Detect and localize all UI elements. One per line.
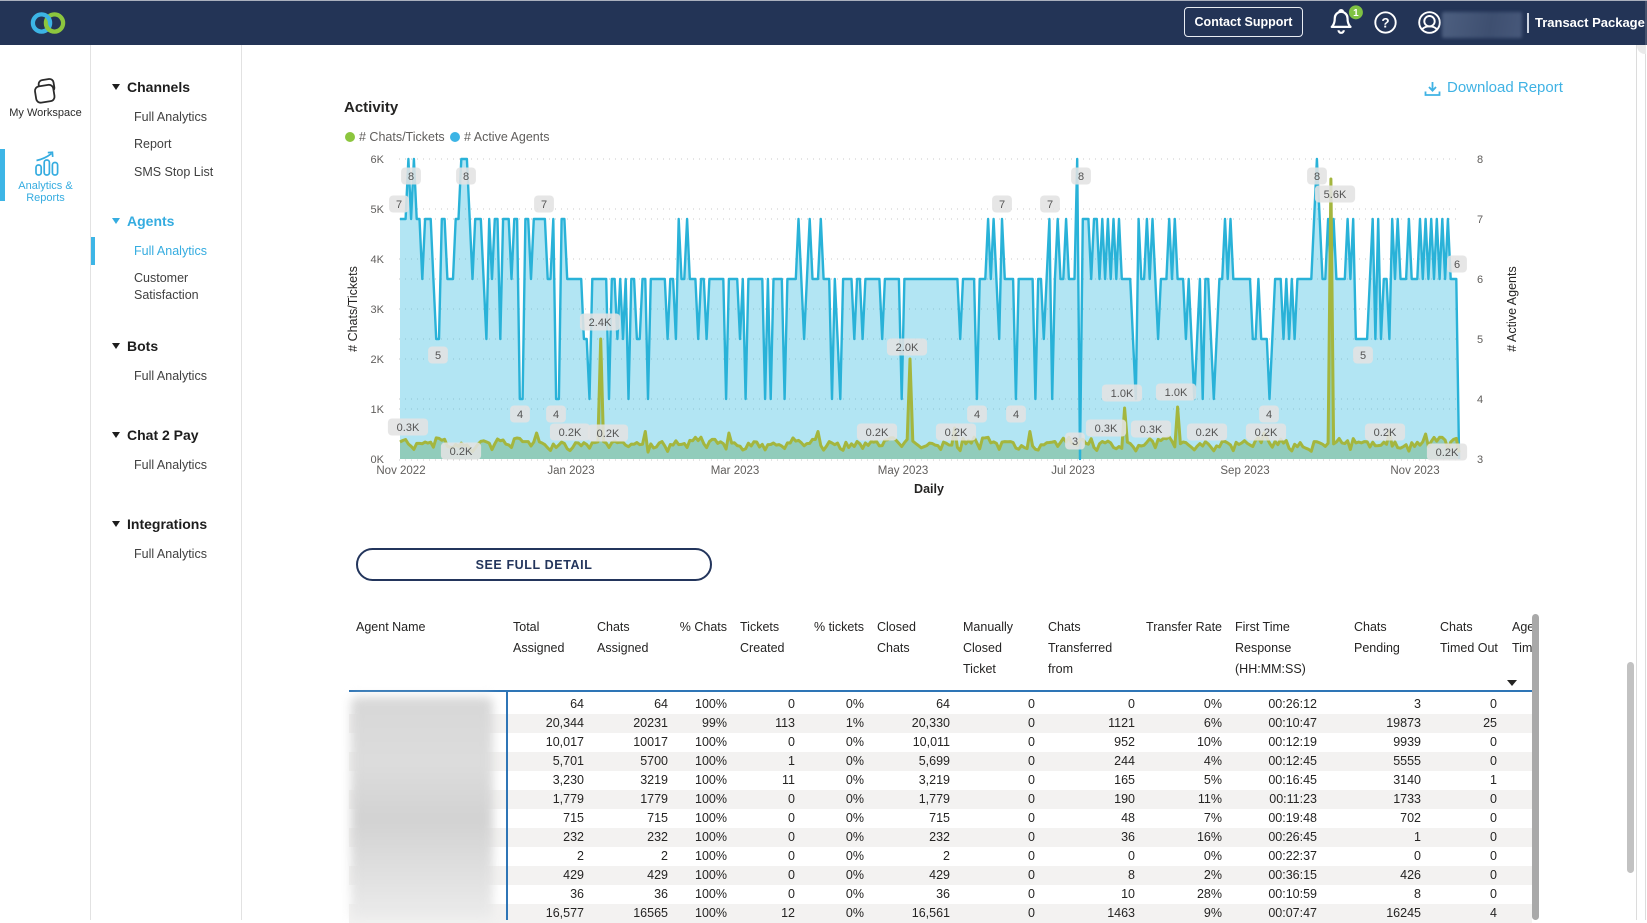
svg-text:8: 8: [1477, 154, 1483, 166]
svg-text:3: 3: [1477, 454, 1483, 466]
svg-text:Jul 2023: Jul 2023: [1051, 465, 1094, 477]
svg-text:0.2K: 0.2K: [559, 427, 582, 439]
svg-text:?: ?: [1381, 15, 1389, 30]
svg-text:5: 5: [1360, 350, 1366, 362]
svg-text:0.2K: 0.2K: [1374, 427, 1397, 439]
svg-text:4: 4: [1477, 394, 1483, 406]
svg-text:8: 8: [1078, 171, 1084, 183]
svg-text:Jan 2023: Jan 2023: [547, 465, 594, 477]
svg-text:7: 7: [396, 199, 402, 211]
svg-text:0.2K: 0.2K: [450, 446, 473, 458]
svg-text:5: 5: [435, 350, 441, 362]
svg-text:1.0K: 1.0K: [1111, 388, 1134, 400]
svg-text:2K: 2K: [371, 354, 385, 366]
svg-text:4: 4: [1266, 409, 1272, 421]
svg-text:4: 4: [553, 409, 559, 421]
svg-text:7: 7: [541, 199, 547, 211]
svg-text:8: 8: [1314, 171, 1320, 183]
svg-text:3: 3: [1072, 436, 1078, 448]
svg-text:# Active Agents: # Active Agents: [1505, 266, 1519, 351]
svg-text:4: 4: [974, 409, 980, 421]
svg-text:8: 8: [408, 171, 414, 183]
svg-text:# Chats/Tickets: # Chats/Tickets: [346, 266, 360, 352]
svg-text:May 2023: May 2023: [878, 465, 929, 477]
svg-text:4K: 4K: [371, 254, 385, 266]
svg-text:0.3K: 0.3K: [1140, 424, 1163, 436]
svg-text:2.4K: 2.4K: [589, 317, 612, 329]
svg-text:6K: 6K: [371, 154, 385, 166]
svg-text:1K: 1K: [371, 404, 385, 416]
svg-text:7: 7: [1047, 199, 1053, 211]
svg-text:1.0K: 1.0K: [1165, 387, 1188, 399]
svg-text:0.3K: 0.3K: [397, 422, 420, 434]
svg-text:3K: 3K: [371, 304, 385, 316]
svg-text:1: 1: [1353, 8, 1359, 19]
svg-text:Nov 2022: Nov 2022: [376, 465, 425, 477]
svg-text:7: 7: [1477, 214, 1483, 226]
svg-text:5.6K: 5.6K: [1324, 189, 1347, 201]
svg-text:6: 6: [1454, 259, 1460, 271]
svg-text:7: 7: [999, 199, 1005, 211]
svg-text:0.2K: 0.2K: [1196, 427, 1219, 439]
svg-text:0.2K: 0.2K: [866, 427, 889, 439]
svg-text:Sep 2023: Sep 2023: [1220, 465, 1269, 477]
svg-text:0.2K: 0.2K: [945, 427, 968, 439]
svg-text:0.3K: 0.3K: [1095, 423, 1118, 435]
svg-text:8: 8: [463, 171, 469, 183]
svg-text:0.2K: 0.2K: [597, 428, 620, 440]
svg-text:Mar 2023: Mar 2023: [711, 465, 760, 477]
svg-text:4: 4: [1013, 409, 1019, 421]
svg-text:2.0K: 2.0K: [896, 342, 919, 354]
svg-text:4: 4: [517, 409, 523, 421]
svg-text:5K: 5K: [371, 204, 385, 216]
svg-text:5: 5: [1477, 334, 1483, 346]
svg-text:0.2K: 0.2K: [1255, 427, 1278, 439]
svg-text:Daily: Daily: [914, 482, 944, 496]
svg-text:Nov 2023: Nov 2023: [1390, 465, 1439, 477]
svg-text:0.2K: 0.2K: [1436, 447, 1459, 459]
svg-text:6: 6: [1477, 274, 1483, 286]
